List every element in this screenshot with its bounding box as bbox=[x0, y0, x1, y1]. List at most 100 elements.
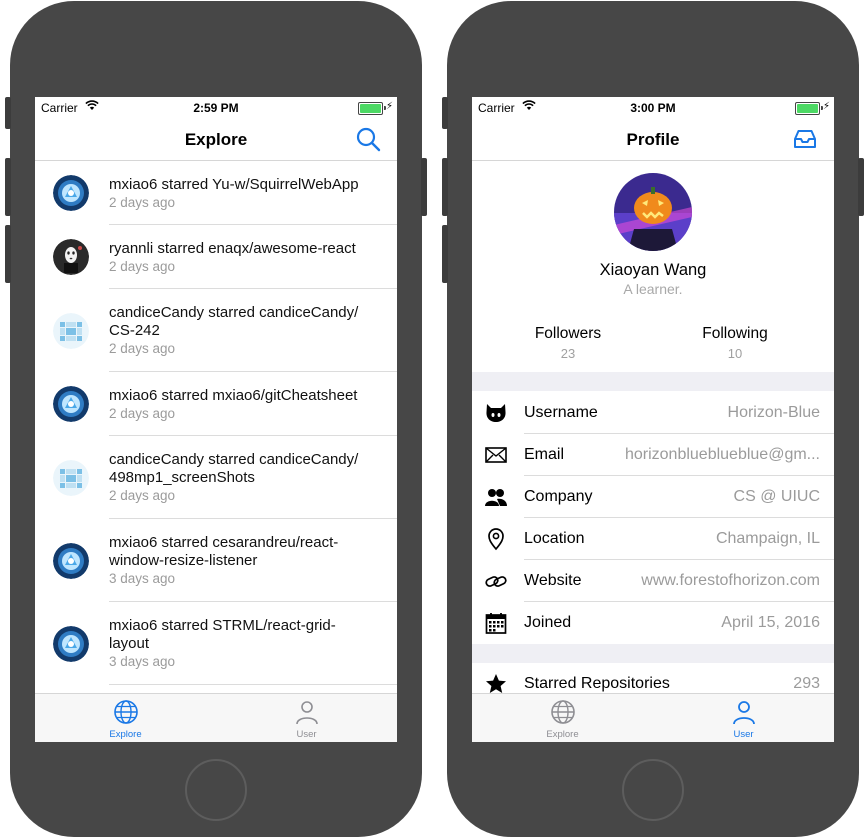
feed-item-text-cont: CS-242 bbox=[109, 322, 160, 339]
feed-item-text: mxiao6 starred mxiao6/gitCheatsheet bbox=[109, 387, 358, 404]
feed-item-text: mxiao6 starred cesarandreu/react- bbox=[109, 534, 339, 551]
feed-item-text: mxiao6 starred Yu-w/SquirrelWebApp bbox=[109, 176, 359, 193]
feed-item[interactable]: mxiao6 starred STRML/react-grid- layout … bbox=[35, 602, 397, 685]
row-value: Horizon-Blue bbox=[727, 404, 820, 421]
ironman-arc-avatar bbox=[53, 543, 89, 579]
tab-user[interactable]: User bbox=[216, 694, 397, 742]
feed-list[interactable]: mxiao6 starred Yu-w/SquirrelWebApp 2 day… bbox=[35, 161, 397, 693]
mute-switch bbox=[5, 97, 11, 129]
people-icon bbox=[485, 489, 507, 506]
row-value: April 15, 2016 bbox=[721, 614, 820, 631]
volume-up-button bbox=[5, 158, 11, 216]
row-website[interactable]: Website www.forestofhorizon.com bbox=[472, 560, 834, 602]
following-count: 10 bbox=[727, 346, 743, 361]
row-label: Starred Repositories bbox=[524, 675, 670, 692]
followers-label: Followers bbox=[534, 325, 602, 342]
user-icon bbox=[295, 701, 318, 725]
row-company[interactable]: Company CS @ UIUC bbox=[472, 476, 834, 518]
globe-icon bbox=[550, 700, 575, 724]
globe-icon bbox=[113, 700, 138, 724]
ironman-arc-avatar bbox=[53, 626, 89, 662]
star-icon bbox=[486, 674, 506, 693]
row-label: Company bbox=[524, 488, 593, 505]
nav-bar: Profile bbox=[472, 117, 834, 161]
feed-item-text-cont: layout bbox=[109, 635, 150, 652]
status-bar: Carrier 3:00 PM ⚡ bbox=[472, 97, 834, 117]
home-button[interactable] bbox=[622, 759, 684, 821]
charging-bolt-icon: ⚡ bbox=[822, 101, 830, 112]
noface-avatar bbox=[53, 239, 89, 275]
nav-bar: Explore bbox=[35, 117, 397, 161]
power-button bbox=[858, 158, 864, 216]
row-label: Website bbox=[524, 572, 582, 589]
feed-item-time: 2 days ago bbox=[109, 341, 176, 356]
row-label: Username bbox=[524, 404, 598, 421]
feed-item-time: 2 days ago bbox=[109, 259, 176, 274]
phone-frame-left: Carrier 2:59 PM ⚡ Explore mxiao6 starred… bbox=[5, 1, 427, 837]
profile-bio: A learner. bbox=[623, 281, 683, 297]
charging-bolt-icon: ⚡ bbox=[385, 101, 393, 112]
tab-explore[interactable]: Explore bbox=[472, 694, 653, 742]
feed-item[interactable]: mxiao6 starred mxiao6/gitCheatsheet 2 da… bbox=[35, 372, 397, 436]
tab-label: Explore bbox=[546, 729, 579, 740]
profile-name: Xiaoyan Wang bbox=[599, 261, 707, 279]
row-value: 293 bbox=[793, 675, 820, 692]
feed-item-text-cont: window-resize-listener bbox=[109, 552, 258, 569]
battery-icon bbox=[795, 102, 823, 115]
followers-count: 23 bbox=[560, 346, 576, 361]
volume-down-button bbox=[442, 225, 448, 283]
page-title: Explore bbox=[184, 130, 248, 149]
tab-bar: Explore User bbox=[472, 693, 834, 742]
pumpkin-avatar-image bbox=[614, 173, 692, 251]
row-email[interactable]: Email horizonblueblueblue@gm... bbox=[472, 434, 834, 476]
mail-icon bbox=[485, 447, 507, 463]
feed-item[interactable]: mxiao6 starred Yu-w/SquirrelWebApp 2 day… bbox=[35, 161, 397, 225]
profile-content[interactable]: Xiaoyan Wang A learner. Followers 23 Fol… bbox=[472, 161, 834, 693]
row-joined[interactable]: Joined April 15, 2016 bbox=[472, 602, 834, 644]
tab-label: User bbox=[733, 729, 754, 740]
row-value: CS @ UIUC bbox=[733, 488, 820, 505]
power-button bbox=[421, 158, 427, 216]
status-time: 3:00 PM bbox=[630, 101, 676, 115]
section-gap bbox=[472, 644, 834, 663]
feed-item-time: 3 days ago bbox=[109, 571, 176, 586]
feed-item[interactable]: candiceCandy starred candiceCandy/ 498mp… bbox=[35, 436, 397, 519]
feed-item-time: 2 days ago bbox=[109, 406, 176, 421]
search-icon[interactable] bbox=[355, 126, 381, 152]
mute-switch bbox=[442, 97, 448, 129]
feed-item-text-cont: 498mp1_screenShots bbox=[109, 469, 255, 486]
tab-explore[interactable]: Explore bbox=[35, 694, 216, 742]
battery-icon bbox=[358, 102, 386, 115]
home-button[interactable] bbox=[185, 759, 247, 821]
inbox-icon[interactable] bbox=[792, 126, 818, 152]
ironman-arc-avatar bbox=[53, 386, 89, 422]
feed-item-time: 2 days ago bbox=[109, 488, 176, 503]
tab-user[interactable]: User bbox=[653, 694, 834, 742]
screen-profile: Carrier 3:00 PM ⚡ Profile Xiaoyan Wang A… bbox=[472, 97, 834, 742]
phone-frame-right: Carrier 3:00 PM ⚡ Profile Xiaoyan Wang A… bbox=[442, 1, 864, 837]
row-label: Joined bbox=[524, 614, 572, 631]
following-stat[interactable]: Following 10 bbox=[645, 325, 825, 361]
feed-item-time: 2 days ago bbox=[109, 195, 176, 210]
row-value: Champaign, IL bbox=[715, 530, 820, 547]
tab-label: User bbox=[296, 729, 317, 740]
feed-item-text: mxiao6 starred STRML/react-grid- bbox=[109, 617, 336, 634]
feed-item[interactable]: ryannli starred enaqx/awesome-react 2 da… bbox=[35, 225, 397, 289]
row-label: Location bbox=[524, 530, 585, 547]
followers-stat[interactable]: Followers 23 bbox=[478, 325, 658, 361]
feed-item-text: ryannli starred enaqx/awesome-react bbox=[109, 240, 356, 257]
row-username[interactable]: Username Horizon-Blue bbox=[472, 392, 834, 434]
feed-item[interactable]: candiceCandy starred candiceCandy/ CS-24… bbox=[35, 289, 397, 372]
github-icon bbox=[486, 404, 506, 422]
row-label: Email bbox=[524, 446, 565, 463]
tab-label: Explore bbox=[109, 729, 142, 740]
row-starred[interactable]: Starred Repositories 293 bbox=[472, 663, 834, 693]
pixel-identicon-avatar bbox=[53, 460, 89, 496]
volume-down-button bbox=[5, 225, 11, 283]
feed-item-text: candiceCandy starred candiceCandy/ bbox=[109, 304, 359, 321]
page-title: Profile bbox=[626, 130, 680, 149]
feed-item[interactable]: mxiao6 starred cesarandreu/react- window… bbox=[35, 519, 397, 602]
avatar[interactable] bbox=[614, 173, 692, 251]
pixel-identicon-avatar bbox=[53, 313, 89, 349]
row-location[interactable]: Location Champaign, IL bbox=[472, 518, 834, 560]
